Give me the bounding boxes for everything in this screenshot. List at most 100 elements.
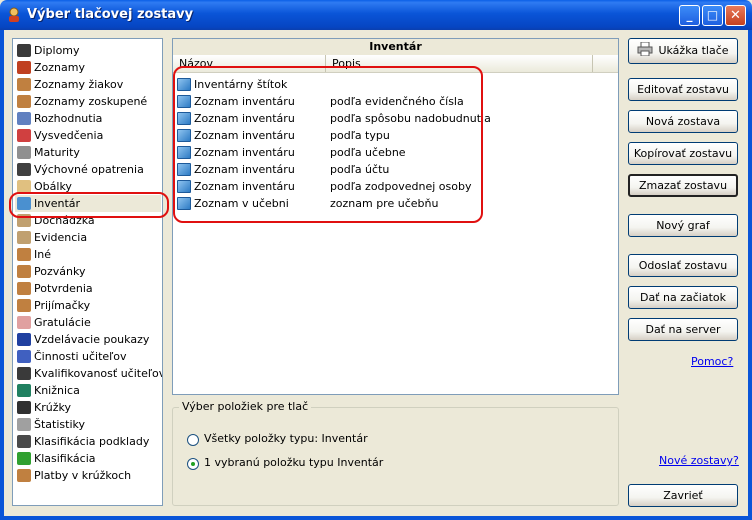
tree-item[interactable]: Krúžky	[17, 399, 71, 416]
tree-item-label: Výchovné opatrenia	[34, 163, 144, 176]
checklist-icon	[17, 350, 31, 363]
list-title: Inventár	[173, 39, 618, 56]
tree-item[interactable]: Vysvedčenia	[17, 127, 103, 144]
football-icon	[17, 401, 31, 414]
house-icon	[17, 61, 31, 74]
person-icon	[17, 248, 31, 261]
edit-report-button[interactable]: Editovať zostavu	[628, 78, 738, 101]
tree-item[interactable]: Iné	[17, 246, 51, 263]
tree-item-label: Kvalifikovanosť učiteľov	[34, 367, 163, 380]
tree-item-label: Krúžky	[34, 401, 71, 414]
card-icon	[17, 112, 31, 125]
tree-item-label: Klasifikácia podklady	[34, 435, 150, 448]
close-button[interactable]: Zavrieť	[628, 484, 738, 507]
move-to-server-button[interactable]: Dať na server	[628, 318, 738, 341]
tree-item-label: Evidencia	[34, 231, 88, 244]
tree-item-label: Gratulácie	[34, 316, 91, 329]
person-icon	[17, 282, 31, 295]
tree-item[interactable]: Zoznamy zoskupené	[17, 93, 147, 110]
people-icon	[17, 44, 31, 57]
new-reports-link[interactable]: Nové zostavy?	[659, 454, 739, 467]
book-icon	[17, 231, 31, 244]
tree-item-label: Zoznamy žiakov	[34, 78, 124, 91]
tree-item-label: Rozhodnutia	[34, 112, 103, 125]
highlight-selected-category	[9, 192, 169, 218]
tree-item[interactable]: Evidencia	[17, 229, 87, 246]
tree-item[interactable]: Gratulácie	[17, 314, 91, 331]
window-frame-bottom	[0, 516, 752, 520]
tree-item[interactable]: Platby v krúžkoch	[17, 467, 131, 484]
tree-item-label: Klasifikácia	[34, 452, 96, 465]
print-preview-button[interactable]: Ukážka tlače	[628, 38, 738, 64]
move-to-start-button[interactable]: Dať na začiatok	[628, 286, 738, 309]
print-preview-label: Ukážka tlače	[658, 44, 729, 57]
tree-item-label: Potvrdenia	[34, 282, 93, 295]
tree-item[interactable]: Diplomy	[17, 42, 80, 59]
tree-item[interactable]: Pozvánky	[17, 263, 85, 280]
person-icon	[17, 299, 31, 312]
window-frame-right	[748, 30, 752, 520]
grid-icon	[17, 452, 31, 465]
radio-all-items-label[interactable]: Všetky položky typu: Inventár	[204, 432, 368, 445]
tree-item[interactable]: Rozhodnutia	[17, 110, 102, 127]
tree-item-label: Prijímačky	[34, 299, 91, 312]
maximize-button[interactable]: □	[702, 5, 723, 26]
student-icon	[17, 95, 31, 108]
category-tree[interactable]: Diplomy Zoznamy Zoznamy žiakov Zoznamy zosk…	[12, 38, 163, 506]
radio-all-items[interactable]	[187, 434, 199, 446]
tree-item[interactable]: Kvalifikovanosť učiteľov	[17, 365, 163, 382]
tree-item-label: Knižnica	[34, 384, 80, 397]
delete-report-button[interactable]: Zmazať zostavu	[628, 174, 738, 197]
radio-one-item[interactable]	[187, 458, 199, 470]
tree-item-label: Vysvedčenia	[34, 129, 104, 142]
books-icon	[17, 384, 31, 397]
tree-item[interactable]: Klasifikácia	[17, 450, 96, 467]
tree-item-label: Maturity	[34, 146, 80, 159]
group-legend: Výber položiek pre tlač	[179, 400, 312, 413]
tree-item-label: Štatistiky	[34, 418, 85, 431]
minimize-button[interactable]: _	[679, 5, 700, 26]
tree-item[interactable]: Zoznamy žiakov	[17, 76, 123, 93]
tree-item-label: Zoznamy	[34, 61, 85, 74]
app-icon	[9, 7, 19, 22]
close-window-button[interactable]: ✕	[725, 5, 746, 26]
printer-icon	[637, 41, 653, 57]
tree-item-label: Iné	[34, 248, 51, 261]
window-title: Výber tlačovej zostavy	[27, 7, 194, 22]
tree-item[interactable]: Vzdelávacie poukazy	[17, 331, 149, 348]
tree-item[interactable]: Štatistiky	[17, 416, 85, 433]
new-report-button[interactable]: Nová zostava	[628, 110, 738, 133]
checkmark-icon	[17, 333, 31, 346]
tree-item[interactable]: Výchovné opatrenia	[17, 161, 144, 178]
tree-item[interactable]: Knižnica	[17, 382, 80, 399]
tree-item-label: Činnosti učiteľov	[34, 350, 127, 363]
cap-icon	[17, 163, 31, 176]
tree-item[interactable]: Potvrdenia	[17, 280, 93, 297]
help-link[interactable]: Pomoc?	[691, 355, 733, 368]
tree-item[interactable]: Maturity	[17, 144, 80, 161]
people-icon	[17, 367, 31, 380]
tree-item-label: Pozvánky	[34, 265, 86, 278]
new-graph-button[interactable]: Nový graf	[628, 214, 738, 237]
tree-item[interactable]: Zoznamy	[17, 59, 85, 76]
radio-one-item-label[interactable]: 1 vybranú položku typu Inventár	[204, 456, 383, 469]
person-icon	[17, 265, 31, 278]
highlight-report-rows	[173, 66, 483, 223]
tree-item-label: Diplomy	[34, 44, 80, 57]
copy-report-button[interactable]: Kopírovať zostavu	[628, 142, 738, 165]
trophy-icon	[17, 146, 31, 159]
document-icon	[17, 418, 31, 431]
title-bar[interactable]: Výber tlačovej zostavy _ □ ✕	[0, 0, 752, 30]
print-selection-group: Výber položiek pre tlač Všetky položky t…	[172, 400, 619, 506]
tree-item-label: Zoznamy zoskupené	[34, 95, 148, 108]
people-icon	[17, 435, 31, 448]
tree-item[interactable]: Klasifikácia podklady	[17, 433, 149, 450]
book-icon	[17, 129, 31, 142]
tree-item[interactable]: Činnosti učiteľov	[17, 348, 127, 365]
student-icon	[17, 78, 31, 91]
send-report-button[interactable]: Odoslať zostavu	[628, 254, 738, 277]
window-frame-left	[0, 30, 4, 520]
person-icon	[17, 469, 31, 482]
tree-item[interactable]: Prijímačky	[17, 297, 90, 314]
cake-icon	[17, 316, 31, 329]
